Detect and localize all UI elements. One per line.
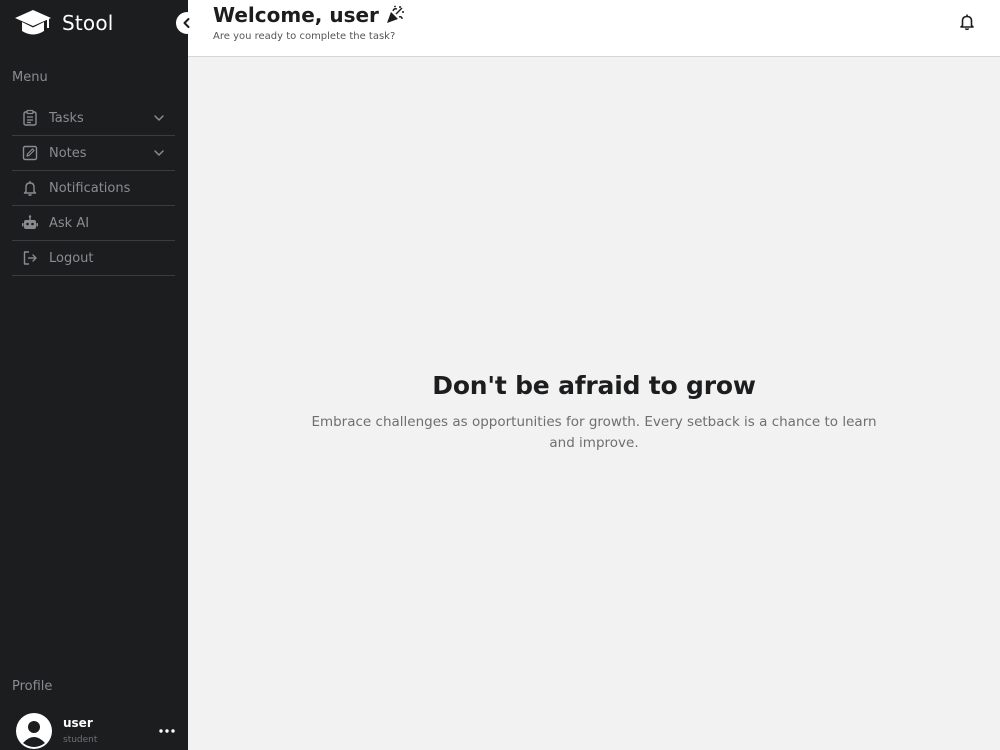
- chevron-down-icon: [154, 150, 164, 156]
- sidebar-item-notes[interactable]: Notes: [12, 136, 175, 171]
- bell-icon: [960, 14, 974, 31]
- profile-info: user student: [63, 717, 156, 745]
- hero-title: Don't be afraid to grow: [432, 371, 756, 400]
- graduation-cap-icon: [15, 10, 51, 35]
- main-content: Don't be afraid to grow Embrace challeng…: [188, 58, 1000, 750]
- profile-heading: Profile: [12, 679, 53, 694]
- sidebar-item-ask-ai[interactable]: Ask AI: [12, 206, 175, 241]
- sidebar-item-logout[interactable]: Logout: [12, 241, 175, 276]
- notifications-button[interactable]: [958, 13, 976, 31]
- brand-logo[interactable]: Stool: [14, 6, 114, 40]
- page-title: Welcome, user: [213, 3, 405, 27]
- collapse-sidebar-button[interactable]: [176, 12, 198, 34]
- top-header: Welcome, user Are you ready to complete …: [188, 0, 1000, 57]
- brand-name: Stool: [62, 11, 114, 35]
- chevron-down-icon: [154, 115, 164, 121]
- profile-card[interactable]: user student: [16, 712, 178, 750]
- menu-heading: Menu: [12, 70, 48, 85]
- chevron-left-icon: [183, 18, 190, 28]
- sidebar-item-notifications[interactable]: Notifications: [12, 171, 175, 206]
- sidebar-item-tasks[interactable]: Tasks: [12, 101, 175, 136]
- logout-icon: [23, 251, 37, 265]
- sidebar: Stool Menu Tasks Notes Notifications Ask…: [0, 0, 198, 750]
- sidebar-menu: Tasks Notes Notifications Ask AI Logout: [12, 101, 175, 276]
- bell-icon: [23, 181, 37, 196]
- profile-name: user: [63, 716, 93, 730]
- page-subtitle: Are you ready to complete the task?: [213, 31, 396, 42]
- profile-role: student: [63, 735, 98, 745]
- sidebar-item-label: Notes: [49, 145, 87, 161]
- robot-icon: [22, 215, 38, 229]
- party-popper-icon: [386, 5, 404, 23]
- avatar[interactable]: [16, 713, 52, 749]
- welcome-text: Welcome, user: [213, 3, 379, 27]
- more-options-button[interactable]: [156, 726, 178, 736]
- clipboard-icon: [23, 109, 37, 126]
- sidebar-item-label: Logout: [49, 250, 94, 266]
- hero-section: Don't be afraid to grow Embrace challeng…: [188, 371, 1000, 454]
- sidebar-item-label: Notifications: [49, 180, 131, 196]
- hero-text: Embrace challenges as opportunities for …: [311, 414, 877, 451]
- note-edit-icon: [22, 145, 38, 161]
- more-horizontal-icon: [159, 729, 175, 733]
- sidebar-item-label: Tasks: [49, 110, 84, 126]
- sidebar-item-label: Ask AI: [49, 215, 90, 231]
